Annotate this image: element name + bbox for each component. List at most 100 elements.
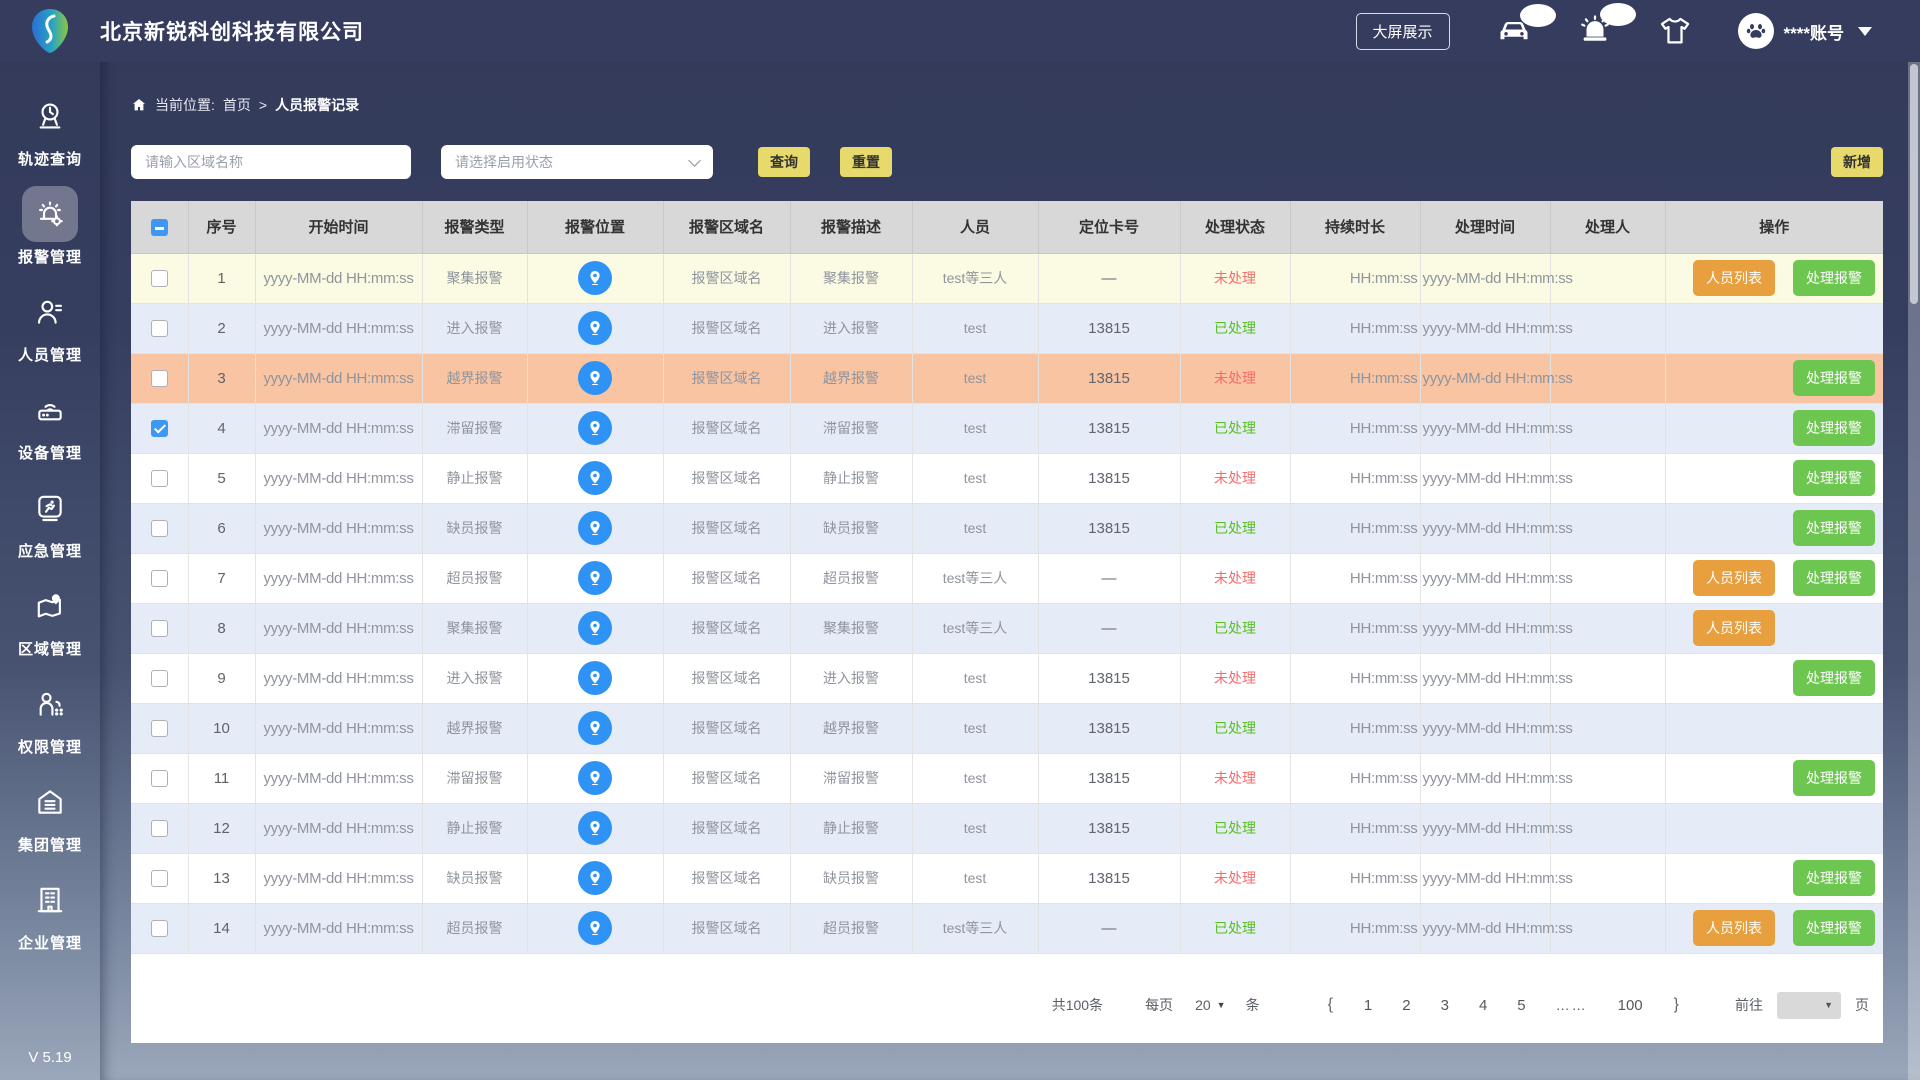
handle-alarm-button[interactable]: 处理报警	[1793, 910, 1875, 946]
reset-button[interactable]: 重置	[840, 147, 892, 177]
location-pin-icon[interactable]	[578, 861, 612, 895]
cell-start-time: yyyy-MM-dd HH:mm:ss	[255, 603, 423, 654]
cell-index: 4	[188, 403, 256, 454]
person-list-button[interactable]: 人员列表	[1693, 560, 1775, 596]
clothing-icon[interactable]	[1658, 15, 1692, 47]
query-button[interactable]: 查询	[758, 147, 810, 177]
handle-alarm-button[interactable]: 处理报警	[1793, 410, 1875, 446]
person-list-button[interactable]: 人员列表	[1693, 260, 1775, 296]
sidebar-item-emergency-manage[interactable]: 应急管理	[18, 480, 82, 561]
page-number[interactable]: 3	[1441, 997, 1449, 1014]
location-pin-icon[interactable]	[578, 611, 612, 645]
breadcrumb-current: 人员报警记录	[275, 97, 360, 113]
person-list-button[interactable]: 人员列表	[1693, 610, 1775, 646]
prev-page-button[interactable]: {	[1328, 996, 1333, 1014]
location-pin-icon[interactable]	[578, 511, 612, 545]
handle-alarm-button[interactable]: 处理报警	[1793, 260, 1875, 296]
permission-manage-icon	[39, 692, 63, 716]
breadcrumb-root[interactable]: 首页	[223, 95, 251, 115]
person-list-button[interactable]: 人员列表	[1693, 910, 1775, 946]
cell-handle-time: yyyy-MM-dd HH:mm:ss	[1420, 353, 1573, 404]
col-handle-time: 处理时间	[1420, 201, 1551, 254]
row-checkbox[interactable]	[150, 819, 168, 837]
row-checkbox[interactable]	[150, 669, 168, 687]
alarm-table: 序号 开始时间 报警类型 报警位置 报警区域名 报警描述 人员 定位卡号 处理状…	[131, 201, 1883, 954]
caret-down-icon: ▼	[1824, 1000, 1833, 1010]
location-pin-icon[interactable]	[578, 461, 612, 495]
location-pin-icon[interactable]	[578, 311, 612, 345]
col-handler: 处理人	[1550, 201, 1666, 254]
sidebar-item-enterprise-manage[interactable]: 企业管理	[18, 872, 82, 953]
handle-alarm-button[interactable]: 处理报警	[1793, 510, 1875, 546]
cell-alarm-type: 超员报警	[422, 553, 528, 604]
cell-status: 已处理	[1180, 603, 1291, 654]
location-pin-icon[interactable]	[578, 361, 612, 395]
cell-status: 未处理	[1180, 853, 1291, 904]
location-pin-icon[interactable]	[578, 761, 612, 795]
scrollbar-thumb[interactable]	[1910, 64, 1918, 304]
area-name-input[interactable]	[131, 145, 411, 179]
sidebar-item-alarm-manage[interactable]: 报警管理	[18, 186, 82, 267]
alarm-bell-icon[interactable]	[1578, 3, 1636, 47]
page-number[interactable]: 1	[1364, 997, 1372, 1014]
cell-person: test等三人	[912, 553, 1039, 604]
select-all-checkbox[interactable]	[150, 218, 168, 236]
breadcrumb: 当前位置: 首页 > 人员报警记录	[100, 62, 1920, 115]
goto-label: 前往	[1735, 997, 1763, 1013]
window-scrollbar[interactable]	[1908, 62, 1920, 1080]
cell-status: 未处理	[1180, 353, 1291, 404]
handle-alarm-button[interactable]: 处理报警	[1793, 460, 1875, 496]
account-menu[interactable]: ****账号	[1737, 13, 1872, 49]
table-row: 9 yyyy-MM-dd HH:mm:ss 进入报警 报警区域名 进入报警 test 138…	[131, 653, 1883, 704]
row-checkbox[interactable]	[150, 869, 168, 887]
row-checkbox[interactable]	[150, 769, 168, 787]
cell-status: 未处理	[1180, 453, 1291, 504]
location-pin-icon[interactable]	[578, 911, 612, 945]
table-row: 3 yyyy-MM-dd HH:mm:ss 越界报警 报警区域名 越界报警 test 138…	[131, 353, 1883, 404]
per-page-select[interactable]: 20 ▼	[1195, 997, 1226, 1013]
row-checkbox[interactable]	[150, 569, 168, 587]
cell-person: test	[912, 703, 1039, 754]
handle-alarm-button[interactable]: 处理报警	[1793, 660, 1875, 696]
row-checkbox[interactable]	[150, 719, 168, 737]
location-pin-icon[interactable]	[578, 261, 612, 295]
page-number[interactable]: 2	[1402, 997, 1410, 1014]
big-screen-button[interactable]: 大屏展示	[1355, 12, 1450, 50]
page-number[interactable]: 100	[1618, 997, 1643, 1014]
vehicle-icon[interactable]	[1496, 4, 1556, 46]
page-number[interactable]: 4	[1479, 997, 1487, 1014]
sidebar-item-track-query[interactable]: 轨迹查询	[18, 88, 82, 169]
cell-alarm-type: 聚集报警	[422, 253, 528, 304]
cell-handle-time: yyyy-MM-dd HH:mm:ss	[1420, 703, 1573, 754]
row-checkbox[interactable]	[150, 369, 168, 387]
row-checkbox[interactable]	[150, 469, 168, 487]
location-pin-icon[interactable]	[578, 711, 612, 745]
location-pin-icon[interactable]	[578, 811, 612, 845]
row-checkbox[interactable]	[150, 919, 168, 937]
row-checkbox[interactable]	[150, 269, 168, 287]
handle-alarm-button[interactable]: 处理报警	[1793, 360, 1875, 396]
handle-alarm-button[interactable]: 处理报警	[1793, 760, 1875, 796]
sidebar-item-device-manage[interactable]: 设备管理	[18, 382, 82, 463]
page-number[interactable]: 5	[1517, 997, 1525, 1014]
sidebar-item-group-manage[interactable]: 集团管理	[18, 774, 82, 855]
handle-alarm-button[interactable]: 处理报警	[1793, 560, 1875, 596]
cell-person: test	[912, 803, 1039, 854]
status-select[interactable]: 请选择启用状态	[441, 145, 713, 179]
sidebar-item-permission-manage[interactable]: 权限管理	[18, 676, 82, 757]
location-pin-icon[interactable]	[578, 661, 612, 695]
row-checkbox[interactable]	[150, 419, 168, 437]
handle-alarm-button[interactable]: 处理报警	[1793, 860, 1875, 896]
location-pin-icon[interactable]	[578, 411, 612, 445]
cell-handle-time: yyyy-MM-dd HH:mm:ss	[1420, 303, 1573, 354]
row-checkbox[interactable]	[150, 619, 168, 637]
goto-page-select[interactable]: ▼	[1777, 991, 1841, 1019]
next-page-button[interactable]: }	[1674, 996, 1679, 1014]
sidebar-item-region-manage[interactable]: 区域管理	[18, 578, 82, 659]
add-button[interactable]: 新增	[1831, 147, 1883, 177]
location-pin-icon[interactable]	[578, 561, 612, 595]
sidebar-item-personnel-manage[interactable]: 人员管理	[18, 284, 82, 365]
cell-description: 滞留报警	[790, 403, 913, 454]
row-checkbox[interactable]	[150, 519, 168, 537]
row-checkbox[interactable]	[150, 319, 168, 337]
